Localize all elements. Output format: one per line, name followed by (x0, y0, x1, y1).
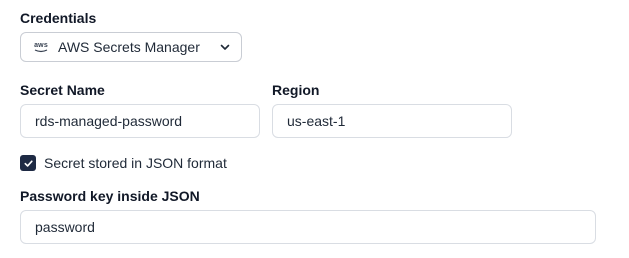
password-key-label: Password key inside JSON (20, 188, 200, 204)
secret-name-label: Secret Name (20, 82, 105, 98)
secret-name-input[interactable]: rds-managed-password (20, 104, 260, 138)
json-format-checkbox[interactable] (20, 155, 36, 171)
region-label: Region (272, 82, 320, 98)
credentials-label: Credentials (20, 10, 97, 26)
password-key-input[interactable]: password (20, 210, 596, 244)
checkmark-icon (23, 159, 33, 167)
credentials-select[interactable]: aws AWS Secrets Manager (20, 32, 242, 62)
json-format-label[interactable]: Secret stored in JSON format (44, 155, 227, 172)
credentials-select-value: AWS Secrets Manager (58, 39, 200, 55)
chevron-down-icon (219, 41, 231, 53)
aws-logo-icon: aws (33, 40, 49, 54)
region-input[interactable]: us-east-1 (272, 104, 512, 138)
